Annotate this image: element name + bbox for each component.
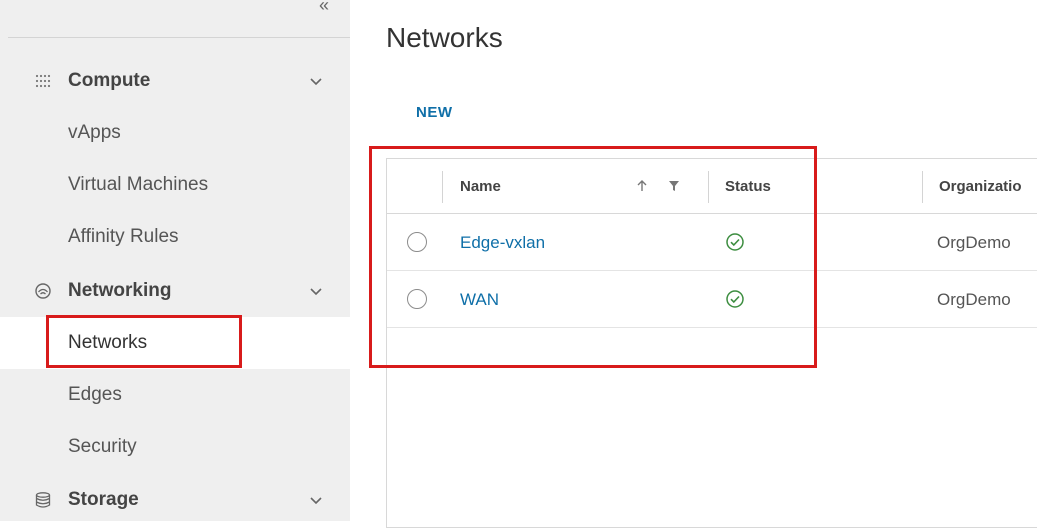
arrow-up-icon[interactable] [635,179,649,193]
organization-cell: OrgDemo [937,233,1011,252]
sidebar-item-security[interactable]: Security [0,421,350,473]
sidebar-item-label: Networks [68,332,148,353]
sidebar-group-label: Networking [68,280,172,301]
sidebar-item-label: Edges [68,384,122,405]
sidebar-item-affinity-rules[interactable]: Affinity Rules [0,211,350,263]
double-chevron-left-icon[interactable]: « [314,0,334,14]
column-header-name[interactable]: Name [460,159,501,214]
network-icon [35,283,51,299]
new-network-button[interactable]: NEW [406,98,463,127]
sidebar-item-virtual-machines[interactable]: Virtual Machines [0,159,350,211]
sidebar-group-compute[interactable]: Compute [0,55,350,107]
sidebar-group-label: Compute [68,70,151,91]
sidebar-item-label: Virtual Machines [68,174,209,195]
grid-dots-icon [35,74,51,88]
sidebar-group-networking[interactable]: Networking [0,265,350,317]
sidebar-item-label: Security [68,436,137,457]
organization-cell: OrgDemo [937,290,1011,309]
page-title: Networks [386,22,503,53]
filter-icon[interactable] [667,179,681,193]
sidebar-item-edges[interactable]: Edges [0,369,350,421]
chevron-down-icon[interactable] [308,283,324,299]
sidebar-group-label: Storage [68,489,139,510]
sidebar-item-networks[interactable]: Networks [0,317,350,369]
network-name-link[interactable]: WAN [460,271,499,328]
column-separator [922,171,923,203]
column-separator [708,171,709,203]
database-icon [35,492,51,508]
check-circle-icon [726,290,744,308]
table-row: WAN OrgDemo [387,271,1037,328]
row-select-radio[interactable] [407,232,427,252]
check-circle-icon [726,233,744,251]
network-name-link[interactable]: Edge-vxlan [460,214,545,271]
sidebar: « Compute vApps Virtual Machines Affinit… [0,0,350,521]
sidebar-group-storage[interactable]: Storage [0,474,350,526]
sidebar-divider [8,37,350,38]
table-row: Edge-vxlan OrgDemo [387,214,1037,271]
sidebar-item-vapps[interactable]: vApps [0,107,350,159]
column-header-organization[interactable]: Organizatio [939,159,1022,214]
datagrid-header: Name Status Organizatio [387,159,1037,214]
column-header-status[interactable]: Status [725,159,771,214]
sidebar-item-label: Affinity Rules [68,226,179,247]
chevron-down-icon[interactable] [308,73,324,89]
column-separator [442,171,443,203]
sidebar-item-label: vApps [68,122,121,143]
networks-datagrid: Name Status Organizatio Edge-vxlan OrgDe… [386,158,1037,528]
chevron-down-icon[interactable] [308,492,324,508]
row-select-radio[interactable] [407,289,427,309]
